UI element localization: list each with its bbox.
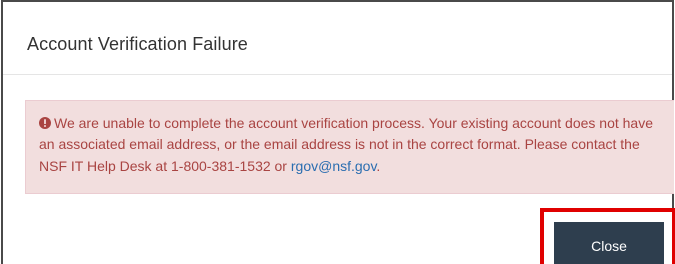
exclamation-circle-icon [39, 117, 51, 129]
help-desk-email-link[interactable]: rgov@nsf.gov [291, 158, 377, 174]
account-verification-modal: Account Verification Failure We are unab… [1, 0, 675, 264]
modal-title: Account Verification Failure [27, 34, 248, 54]
close-button[interactable]: Close [554, 222, 664, 264]
alert-trailing-period: . [376, 157, 381, 174]
error-alert: We are unable to complete the account ve… [25, 100, 674, 194]
close-button-highlight: Close [540, 208, 675, 264]
modal-header: Account Verification Failure [3, 2, 672, 75]
